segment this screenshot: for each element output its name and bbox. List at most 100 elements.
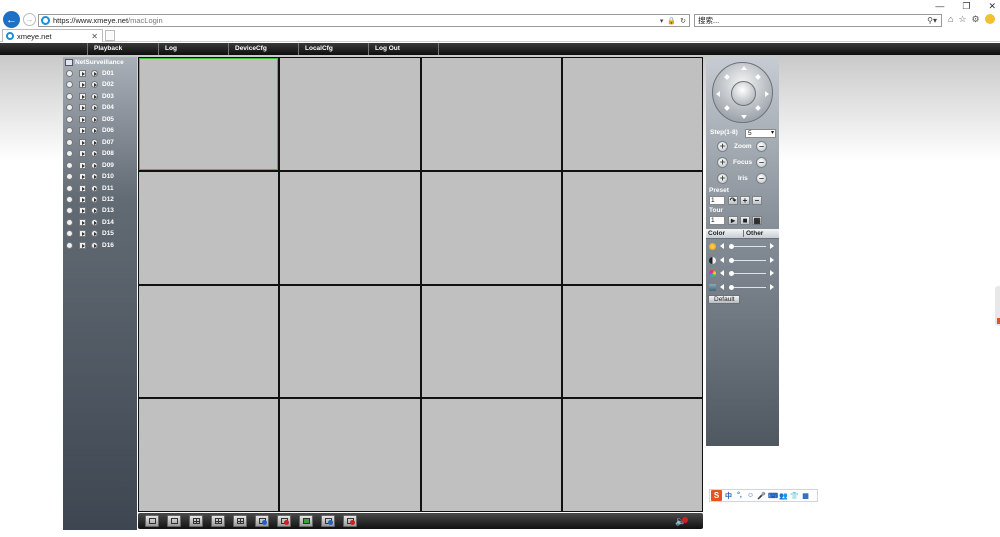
tour-grid-button[interactable]: ▦	[752, 216, 762, 225]
slider-knob[interactable]	[728, 285, 734, 291]
channel-open-icon[interactable]	[91, 70, 98, 77]
channel-open-icon[interactable]	[91, 138, 98, 146]
slider-track[interactable]	[729, 259, 766, 261]
home-icon[interactable]: ⌂	[948, 14, 953, 25]
channel-open-icon[interactable]	[91, 195, 98, 203]
channel-play-icon[interactable]	[79, 104, 86, 112]
record-stop-button[interactable]	[343, 515, 357, 527]
channel-row[interactable]: D16	[66, 241, 114, 250]
video-cell[interactable]	[421, 58, 561, 170]
zoom-out-button[interactable]: –	[756, 141, 767, 152]
ptz-upleft-arrow-icon[interactable]	[724, 74, 730, 80]
default-button[interactable]: Default	[708, 295, 740, 304]
slider-decrease-icon[interactable]	[720, 243, 724, 249]
ptz-direction-pad[interactable]	[712, 62, 773, 123]
open-all-button[interactable]	[255, 515, 269, 527]
search-icon[interactable]: ⚲▾	[927, 16, 941, 25]
close-all-button[interactable]	[277, 515, 291, 527]
slider-decrease-icon[interactable]	[720, 256, 724, 263]
channel-row[interactable]: D03	[66, 92, 114, 101]
refresh-icon[interactable]: ↻	[680, 17, 686, 25]
lock-icon[interactable]: 🔒	[667, 17, 676, 25]
video-cell[interactable]	[562, 58, 702, 170]
forward-button[interactable]: →	[23, 13, 36, 26]
mute-indicator-icon[interactable]	[682, 517, 688, 523]
channel-play-icon[interactable]	[79, 81, 86, 89]
slider-increase-icon[interactable]	[770, 243, 774, 249]
video-cell[interactable]	[562, 285, 702, 398]
video-cell[interactable]	[139, 285, 279, 398]
channel-open-icon[interactable]	[91, 161, 98, 169]
channel-row[interactable]: D05	[66, 115, 114, 124]
focus-near-button[interactable]: +	[717, 157, 728, 168]
ptz-downleft-arrow-icon[interactable]	[724, 105, 730, 111]
menu-log[interactable]: Log	[158, 43, 228, 55]
ime-emoji-icon[interactable]: ☺	[746, 492, 755, 499]
channel-open-icon[interactable]	[91, 241, 98, 249]
zoom-in-button[interactable]: +	[717, 141, 728, 152]
channel-status-icon[interactable]	[66, 115, 73, 123]
channel-row[interactable]: D10	[66, 172, 114, 181]
channel-status-icon[interactable]	[66, 195, 73, 203]
channel-status-icon[interactable]	[66, 127, 73, 135]
channel-open-icon[interactable]	[91, 81, 98, 89]
channel-row[interactable]: D09	[66, 161, 114, 170]
slider-track[interactable]	[729, 246, 766, 247]
menu-devicecfg[interactable]: DeviceCfg	[228, 43, 298, 55]
ptz-up-arrow-icon[interactable]	[741, 66, 747, 70]
sogou-logo-icon[interactable]: S	[711, 490, 722, 501]
snapshot-button[interactable]	[299, 515, 313, 527]
new-tab-button[interactable]	[105, 30, 115, 41]
channel-status-icon[interactable]	[66, 230, 73, 238]
channel-play-icon[interactable]	[79, 150, 86, 158]
tab-color[interactable]: Color	[708, 230, 725, 237]
video-cell[interactable]	[421, 399, 561, 511]
slider-track[interactable]	[729, 287, 766, 289]
slider-increase-icon[interactable]	[770, 284, 774, 291]
channel-open-icon[interactable]	[91, 127, 98, 135]
channel-play-icon[interactable]	[79, 161, 86, 169]
channel-row[interactable]: D04	[66, 103, 114, 112]
gear-icon[interactable]: ⚙	[972, 14, 980, 25]
menu-logout[interactable]: Log Out	[368, 43, 438, 55]
ime-punctuation-icon[interactable]: °,	[735, 492, 744, 499]
video-cell[interactable]	[280, 399, 420, 511]
slider-increase-icon[interactable]	[770, 256, 774, 263]
channel-status-icon[interactable]	[66, 184, 73, 192]
ime-tools-icon[interactable]: ▦	[801, 492, 810, 500]
layout-1-button[interactable]	[167, 515, 181, 527]
channel-row[interactable]: D12	[66, 195, 114, 204]
close-window-button[interactable]: ✕	[988, 1, 996, 12]
channel-open-icon[interactable]	[91, 218, 98, 226]
ime-keyboard-icon[interactable]: ⌨	[768, 492, 778, 500]
channel-row[interactable]: D13	[66, 206, 114, 215]
channel-play-icon[interactable]	[79, 184, 86, 192]
slider-track[interactable]	[729, 273, 766, 275]
ime-users-icon[interactable]: 👥	[779, 492, 788, 500]
layout-16-button[interactable]	[233, 515, 247, 527]
channel-status-icon[interactable]	[66, 241, 73, 249]
channel-status-icon[interactable]	[66, 173, 73, 181]
slider-knob[interactable]	[728, 271, 734, 277]
channel-status-icon[interactable]	[66, 150, 73, 158]
back-button[interactable]: ←	[3, 11, 20, 28]
preset-add-button[interactable]: +	[740, 196, 750, 205]
ime-skin-icon[interactable]: 👕	[790, 492, 799, 500]
video-cell[interactable]	[562, 399, 702, 511]
restore-button[interactable]: ❐	[962, 1, 970, 12]
slider-decrease-icon[interactable]	[720, 270, 724, 277]
channel-open-icon[interactable]	[91, 184, 98, 192]
preset-goto-button[interactable]: ↷	[728, 196, 738, 205]
channel-row[interactable]: D02	[66, 80, 114, 89]
video-cell[interactable]	[280, 58, 420, 170]
channel-row[interactable]: D07	[66, 138, 114, 147]
tab-other[interactable]: Other	[743, 230, 763, 237]
video-cell[interactable]	[139, 58, 279, 170]
channel-open-icon[interactable]	[91, 104, 98, 112]
tour-stop-button[interactable]: ■	[740, 216, 750, 225]
address-bar[interactable]: https://www.xmeye.net /macLogin ▾ 🔒 ↻	[38, 14, 690, 27]
slider-increase-icon[interactable]	[770, 270, 774, 277]
fullscreen-button[interactable]	[145, 515, 159, 527]
video-cell[interactable]	[421, 285, 561, 398]
ptz-downright-arrow-icon[interactable]	[755, 105, 761, 111]
